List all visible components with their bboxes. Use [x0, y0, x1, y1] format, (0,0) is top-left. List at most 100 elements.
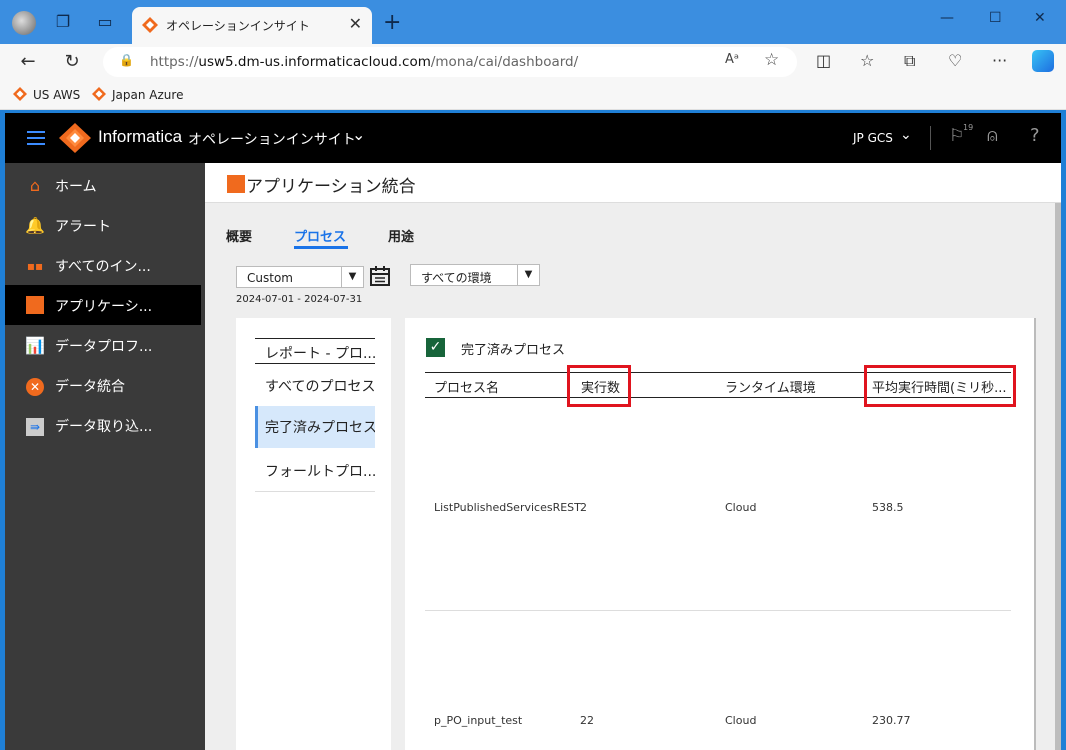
- app-integration-icon: [227, 175, 245, 193]
- read-aloud-icon[interactable]: Aᵃ: [725, 52, 739, 67]
- report-item-all-processes[interactable]: すべてのプロセス: [255, 376, 375, 396]
- sidebar-item-application-integration[interactable]: アプリケーシ...: [5, 285, 201, 325]
- bookmarks-bar: US AWS Japan Azure: [0, 80, 1066, 110]
- environment-filter-select[interactable]: すべての環境 ▼: [410, 264, 540, 286]
- process-table-panel: ✓ 完了済みプロセス プロセス名 実行数 ランタイム環境 平均実行時間(ミリ秒.…: [405, 318, 1036, 750]
- sidebar-item-alerts[interactable]: 🔔 アラート: [5, 205, 201, 245]
- sidebar-item-label: アラート: [55, 219, 111, 235]
- sidebar-item-all-instances[interactable]: ▪▪ すべてのイン...: [5, 245, 201, 285]
- chevron-down-icon[interactable]: ⌄: [900, 127, 912, 143]
- help-icon[interactable]: ?: [1030, 125, 1040, 146]
- tab-actions-icon[interactable]: ▭: [95, 12, 115, 32]
- table-cell: 538.5: [872, 501, 904, 514]
- highlight-box-avg-exec-time: [864, 365, 1016, 407]
- date-range-text: 2024-07-01 - 2024-07-31: [236, 294, 363, 305]
- close-window-icon[interactable]: ✕: [1034, 10, 1046, 26]
- checkbox-checked-icon[interactable]: ✓: [426, 338, 445, 357]
- sidebar-item-label: すべてのイン...: [55, 259, 151, 275]
- sidebar-item-data-ingestion[interactable]: ⇛ データ取り込...: [5, 405, 201, 445]
- favorites-icon[interactable]: ☆: [860, 51, 874, 70]
- url-text: https://usw5.dm-us.informaticacloud.com/…: [150, 54, 579, 70]
- health-icon[interactable]: ♡: [948, 51, 962, 70]
- sidebar-item-label: データプロフ...: [55, 339, 153, 355]
- maximize-icon[interactable]: ☐: [989, 10, 1002, 26]
- informatica-bookmark-icon: [13, 87, 27, 101]
- chevron-down-icon[interactable]: ⌄: [352, 125, 365, 144]
- bar-chart-icon: 📊: [25, 336, 45, 355]
- new-tab-icon[interactable]: +: [383, 10, 401, 35]
- url-field[interactable]: 🔒 https://usw5.dm-us.informaticacloud.co…: [103, 47, 797, 77]
- sidebar-item-home[interactable]: ⌂ ホーム: [5, 165, 201, 205]
- dropdown-arrow-icon: ▼: [341, 267, 363, 287]
- grid-icon: ▪▪: [26, 259, 44, 273]
- browser-tab-strip: ❐ ▭ オペレーションインサイト ✕ + — ☐ ✕: [0, 0, 1066, 44]
- page-title: アプリケーション統合: [246, 177, 416, 197]
- copilot-icon[interactable]: [1032, 50, 1054, 72]
- tab-usage[interactable]: 用途: [388, 226, 414, 245]
- sidebar-item-label: データ統合: [55, 379, 125, 395]
- report-item-completed-processes[interactable]: 完了済みプロセス: [255, 406, 375, 448]
- back-icon[interactable]: ←: [16, 50, 40, 74]
- column-header-runtime-environment[interactable]: ランタイム環境: [725, 377, 816, 396]
- favorite-star-icon[interactable]: ☆: [764, 50, 779, 70]
- column-header-process-name[interactable]: プロセス名: [434, 377, 499, 396]
- sidebar-item-label: アプリケーシ...: [55, 299, 153, 315]
- refresh-icon[interactable]: ↻: [60, 50, 84, 74]
- row-divider: [425, 610, 1011, 611]
- date-filter-select[interactable]: Custom ▼: [236, 266, 364, 288]
- table-cell: ListPublishedServicesREST: [434, 501, 581, 514]
- sidebar-item-label: データ取り込...: [55, 419, 153, 435]
- sidebar-item-data-profiling[interactable]: 📊 データプロフ...: [5, 325, 201, 365]
- ingestion-icon: ⇛: [25, 416, 45, 436]
- profile-avatar[interactable]: [12, 11, 36, 35]
- tab-title: オペレーションインサイト: [166, 19, 310, 33]
- report-list-panel: レポート - プロ... すべてのプロセス 完了済みプロセス フォールトプロ..…: [236, 318, 391, 750]
- tab-overview[interactable]: 概要: [226, 226, 252, 245]
- lock-icon: 🔒: [119, 53, 134, 67]
- highlight-box-run-count: [567, 365, 631, 407]
- bookmark-japan-azure[interactable]: Japan Azure: [92, 87, 183, 102]
- bookmark-us-aws[interactable]: US AWS: [13, 87, 80, 102]
- hamburger-menu-icon[interactable]: [27, 127, 45, 147]
- main-content: アプリケーション統合 概要 プロセス 用途 Custom ▼ 2024-07-0…: [205, 163, 1061, 750]
- browser-tab[interactable]: オペレーションインサイト ✕: [132, 7, 372, 44]
- table-cell: Cloud: [725, 714, 757, 727]
- sidebar-item-label: ホーム: [55, 179, 97, 195]
- sidebar: ⌂ ホーム 🔔 アラート ▪▪ すべてのイン... アプリケーシ... 📊 デー…: [5, 163, 205, 750]
- split-screen-icon[interactable]: ◫: [816, 51, 831, 70]
- app-header: Informatica オペレーションインサイト ⌄ JP GCS ⌄ ⚐ 19…: [5, 113, 1061, 163]
- table-cell: 2: [580, 501, 587, 514]
- table-cell: 22: [580, 714, 594, 727]
- more-icon[interactable]: ···: [992, 51, 1007, 70]
- table-cell: p_PO_input_test: [434, 714, 523, 727]
- report-item-fault-processes[interactable]: フォールトプロ...: [255, 461, 375, 481]
- user-icon[interactable]: ⍝: [987, 125, 998, 146]
- dropdown-arrow-icon: ▼: [517, 265, 539, 285]
- notification-count: 19: [963, 123, 974, 132]
- table-title: 完了済みプロセス: [461, 343, 566, 358]
- address-bar-row: ← ↻ 🔒 https://usw5.dm-us.informaticaclou…: [0, 44, 1066, 80]
- bell-icon: 🔔: [25, 216, 45, 235]
- tab-process[interactable]: プロセス: [294, 226, 346, 245]
- divider: [255, 491, 375, 492]
- app-integration-icon: [25, 296, 45, 316]
- service-name[interactable]: オペレーションインサイト: [188, 129, 356, 149]
- informatica-favicon-icon: [142, 17, 158, 33]
- minimize-icon[interactable]: —: [940, 10, 954, 26]
- notifications-flag-icon[interactable]: ⚐: [949, 126, 964, 146]
- informatica-app: Informatica オペレーションインサイト ⌄ JP GCS ⌄ ⚐ 19…: [5, 113, 1061, 750]
- active-tab-indicator: [294, 246, 348, 249]
- close-tab-icon[interactable]: ✕: [349, 14, 362, 33]
- sidebar-item-data-integration[interactable]: ✕ データ統合: [5, 365, 201, 405]
- collections-icon[interactable]: ⧉: [904, 51, 915, 71]
- calendar-icon[interactable]: [370, 266, 390, 286]
- environment-filter-value: すべての環境: [421, 271, 492, 285]
- informatica-bookmark-icon: [92, 87, 106, 101]
- org-switcher[interactable]: JP GCS: [853, 131, 893, 145]
- workspaces-icon[interactable]: ❐: [53, 12, 73, 32]
- vertical-scrollbar[interactable]: [1055, 203, 1061, 750]
- date-filter-value: Custom: [247, 271, 293, 285]
- data-integration-icon: ✕: [25, 376, 45, 396]
- page-header: アプリケーション統合: [205, 163, 1061, 203]
- header-divider: [930, 126, 931, 150]
